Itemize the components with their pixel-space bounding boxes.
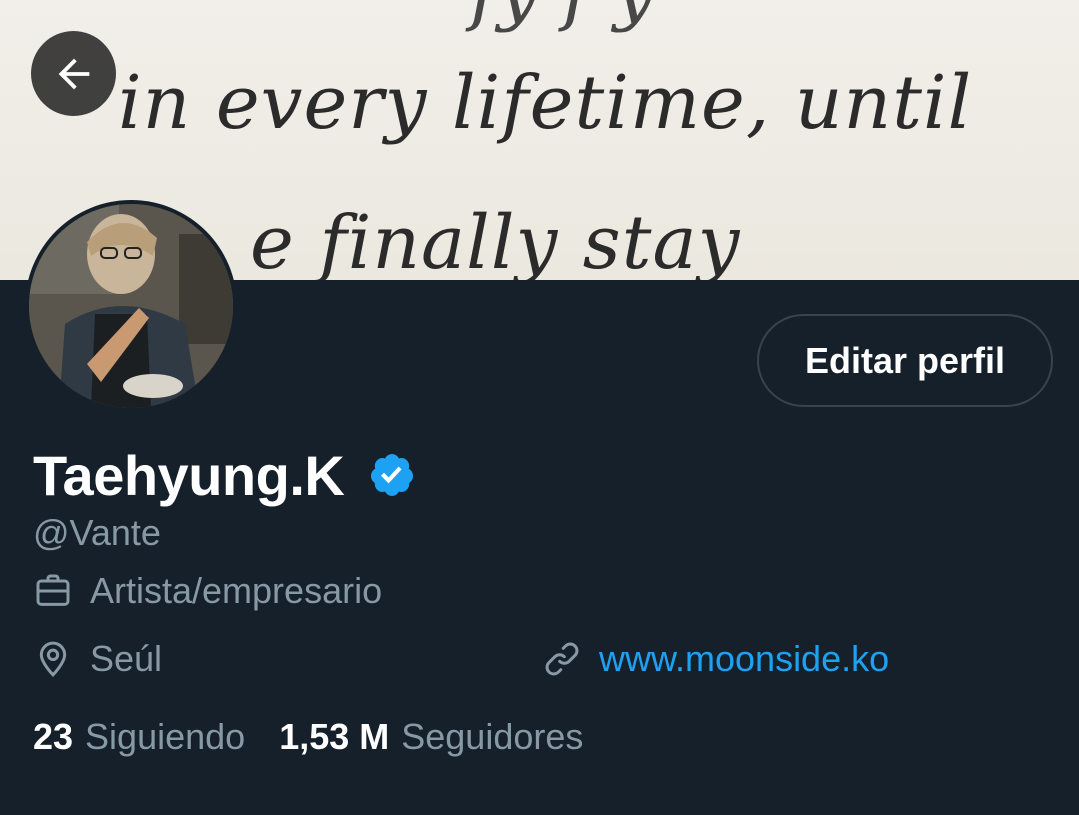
location-pin-icon: [39, 641, 67, 677]
banner-text-line: e finally stay: [250, 200, 741, 280]
following-count[interactable]: 23 Siguiendo: [33, 716, 245, 758]
display-name: Taehyung.K: [33, 443, 345, 507]
user-handle: @Vante: [33, 512, 161, 553]
location-text: Seúl: [90, 638, 163, 679]
following-label: Siguiendo: [85, 716, 246, 757]
bio-category-text: Artista/empresario: [90, 570, 383, 611]
briefcase-icon: [36, 574, 70, 606]
edit-profile-button[interactable]: Editar perfil: [757, 314, 1053, 407]
verified-badge-icon: [371, 454, 414, 496]
profile-photo: [29, 204, 233, 408]
avatar[interactable]: [25, 200, 237, 412]
banner-text-line: in every lifetime, until: [118, 60, 973, 146]
followers-count[interactable]: 1,53 M Seguidores: [279, 716, 583, 758]
follow-stats: 23 Siguiendo 1,53 M Seguidores: [33, 716, 617, 758]
banner-text-line: fy f y: [470, 0, 655, 34]
bio-category: Artista/empresario: [33, 570, 382, 612]
website[interactable]: www.moonside.ko: [542, 638, 889, 680]
link-icon: [545, 642, 579, 676]
website-link[interactable]: www.moonside.ko: [599, 638, 889, 680]
following-value: 23: [33, 716, 74, 757]
arrow-left-icon: [58, 58, 89, 89]
location: Seúl: [33, 638, 162, 680]
back-button[interactable]: [31, 31, 116, 116]
followers-label: Seguidores: [401, 716, 584, 757]
followers-value: 1,53 M: [279, 716, 390, 757]
name-row: Taehyung.K: [33, 440, 416, 510]
